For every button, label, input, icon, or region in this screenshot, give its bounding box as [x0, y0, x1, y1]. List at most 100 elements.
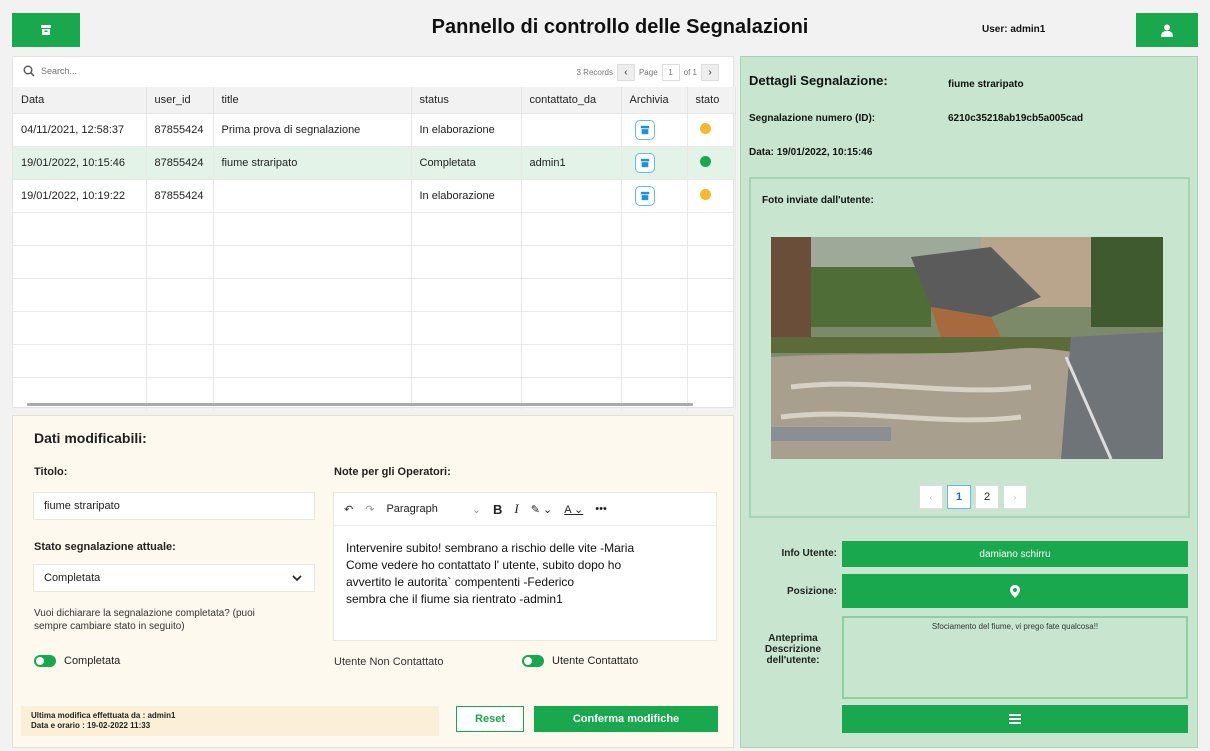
font-color-icon[interactable]: A ⌄ — [564, 503, 583, 516]
completata-toggle[interactable]: Completata — [34, 655, 120, 667]
info-user-label: Info Utente: — [781, 548, 837, 559]
page-label: Page — [638, 68, 658, 77]
chevron-down-icon — [292, 574, 302, 581]
cell-status: In elaborazione — [411, 112, 522, 146]
user-button[interactable] — [1136, 13, 1198, 47]
archive-row-button[interactable] — [634, 185, 655, 206]
dashboard-page: Pannello di controllo delle Segnalazioni… — [0, 0, 1210, 751]
next-photo-button[interactable]: › — [1003, 485, 1027, 509]
cell-status: Completata — [411, 145, 522, 179]
archive-row-button[interactable] — [634, 119, 655, 140]
page-input[interactable]: 1 — [661, 64, 680, 81]
cell-data: 19/01/2022, 10:15:46 — [13, 145, 147, 179]
header: Pannello di controllo delle Segnalazioni… — [0, 0, 1210, 52]
position-label: Posizione: — [786, 586, 837, 597]
photos-label: Foto inviate dall'utente: — [762, 195, 874, 206]
notes-label: Note per gli Operatori: — [334, 466, 451, 478]
archive-button[interactable] — [12, 13, 80, 47]
cell-archivia — [621, 112, 688, 146]
reports-table: Data user_id title status contattato_da … — [13, 87, 736, 410]
block-type-value: Paragraph — [386, 502, 438, 515]
table-row[interactable]: 19/01/2022, 10:15:46 87855424 fiume stra… — [13, 145, 736, 179]
confirm-button[interactable]: Conferma modifiche — [534, 706, 718, 732]
cell-contattato-da: admin1 — [521, 145, 622, 179]
photo-page-button[interactable]: 2 — [975, 485, 999, 509]
search-box[interactable] — [23, 65, 161, 77]
last-modified-info: Ultima modifica effettuata da : admin1 D… — [21, 706, 439, 736]
preview-label: Anteprima Descrizione dell'utente: — [749, 633, 837, 666]
map-pin-icon — [1010, 584, 1020, 598]
last-modified-date: Data e orario : 19-02-2022 11:33 — [31, 721, 151, 730]
column-header[interactable]: contattato_da — [521, 87, 622, 113]
table-row[interactable]: 04/11/2021, 12:58:37 87855424 Prima prov… — [13, 112, 736, 146]
preview-label-line: Descrizione — [764, 644, 822, 655]
edit-heading: Dati modificabili: — [34, 430, 147, 446]
cell-title — [213, 178, 412, 212]
empty-row — [13, 343, 736, 377]
highlight-icon[interactable]: ✎ ⌄ — [531, 503, 553, 516]
flood-photo[interactable] — [771, 237, 1163, 459]
cell-stato — [687, 112, 736, 146]
toggle-switch[interactable] — [522, 655, 544, 667]
status-dot — [699, 122, 711, 134]
status-dot — [699, 188, 711, 200]
prev-photo-button[interactable]: ‹ — [919, 485, 943, 509]
contacted-toggle[interactable]: Utente Contattato — [522, 655, 638, 667]
more-icon[interactable]: ••• — [595, 503, 607, 515]
photo-pager: ‹ 1 2 › — [919, 485, 1027, 509]
note-line: Come vedere ho contattato l' utente, sub… — [346, 558, 622, 572]
table-row[interactable]: 19/01/2022, 10:19:22 87855424 In elabora… — [13, 178, 736, 212]
toggle-label: Completata — [64, 655, 121, 667]
editable-data-panel: Dati modificabili: Titolo: fiume strarip… — [12, 415, 734, 748]
cell-contattato-da — [521, 178, 622, 212]
editor-toolbar: ↶ ↷ Paragraph ⌄ B I ✎ ⌄ A ⌄ ••• — [334, 493, 716, 526]
column-header[interactable]: title — [213, 87, 412, 113]
horizontal-scrollbar[interactable] — [27, 403, 693, 406]
column-header[interactable]: Archivia — [621, 87, 688, 113]
status-select-value: Completata — [44, 572, 101, 584]
notes-editor[interactable]: ↶ ↷ Paragraph ⌄ B I ✎ ⌄ A ⌄ ••• Interveni… — [333, 492, 717, 641]
complete-question-line: sempre cambiare stato in seguito) — [34, 621, 185, 632]
column-header[interactable]: Data — [13, 87, 147, 113]
empty-row — [13, 310, 736, 344]
photo-box: Foto inviate dall'utente: ‹ 1 2 › — [749, 177, 1190, 518]
title-label: Titolo: — [34, 466, 68, 478]
search-input[interactable] — [41, 66, 161, 76]
bold-icon[interactable]: B — [493, 502, 502, 517]
details-list-button[interactable] — [842, 705, 1188, 733]
column-header[interactable]: status — [411, 87, 522, 113]
report-details-panel: Dettagli Segnalazione: fiume straripato … — [740, 56, 1198, 748]
reset-button[interactable]: Reset — [456, 706, 524, 732]
archive-row-button[interactable] — [634, 152, 655, 173]
column-header[interactable]: user_id — [146, 87, 214, 113]
records-count: 3 Records — [576, 68, 613, 77]
notes-content[interactable]: Intervenire subito! sembrano a rischio d… — [334, 526, 716, 622]
table-header-row: Data user_id title status contattato_da … — [13, 87, 736, 113]
note-line: sembra che il fiume sia rientrato -admin… — [346, 592, 563, 606]
reports-table-panel: 3 Records ‹ Page 1 of 1 › Data user_id t… — [12, 56, 736, 410]
status-label: Stato segnalazione attuale: — [34, 541, 176, 553]
next-page-button[interactable]: › — [701, 64, 719, 81]
preview-label-line: Anteprima — [768, 633, 818, 644]
status-dot — [699, 155, 711, 167]
position-button[interactable] — [842, 574, 1188, 608]
cell-status: In elaborazione — [411, 178, 522, 212]
cell-archivia — [621, 178, 688, 212]
toggle-switch[interactable] — [34, 655, 56, 667]
photo-page-button[interactable]: 1 — [947, 485, 971, 509]
status-select[interactable]: Completata — [33, 564, 315, 592]
prev-page-button[interactable]: ‹ — [616, 64, 635, 81]
info-user-button[interactable]: damiano schirru — [842, 541, 1188, 567]
preview-label-line: dell'utente: — [766, 655, 820, 666]
complete-question-line: Vuoi dichiarare la segnalazione completa… — [34, 608, 255, 619]
flood-photo-image — [771, 237, 1163, 459]
italic-icon[interactable]: I — [514, 501, 518, 517]
block-type-select[interactable]: Paragraph ⌄ — [386, 503, 481, 516]
undo-icon[interactable]: ↶ — [344, 503, 353, 516]
redo-icon[interactable]: ↷ — [365, 503, 374, 516]
page-title: Pannello di controllo delle Segnalazioni — [431, 16, 809, 38]
archive-box-icon — [640, 191, 649, 200]
column-header[interactable]: stato — [687, 87, 736, 113]
title-input[interactable]: fiume straripato — [33, 492, 315, 520]
cell-data: 19/01/2022, 10:19:22 — [13, 178, 147, 212]
